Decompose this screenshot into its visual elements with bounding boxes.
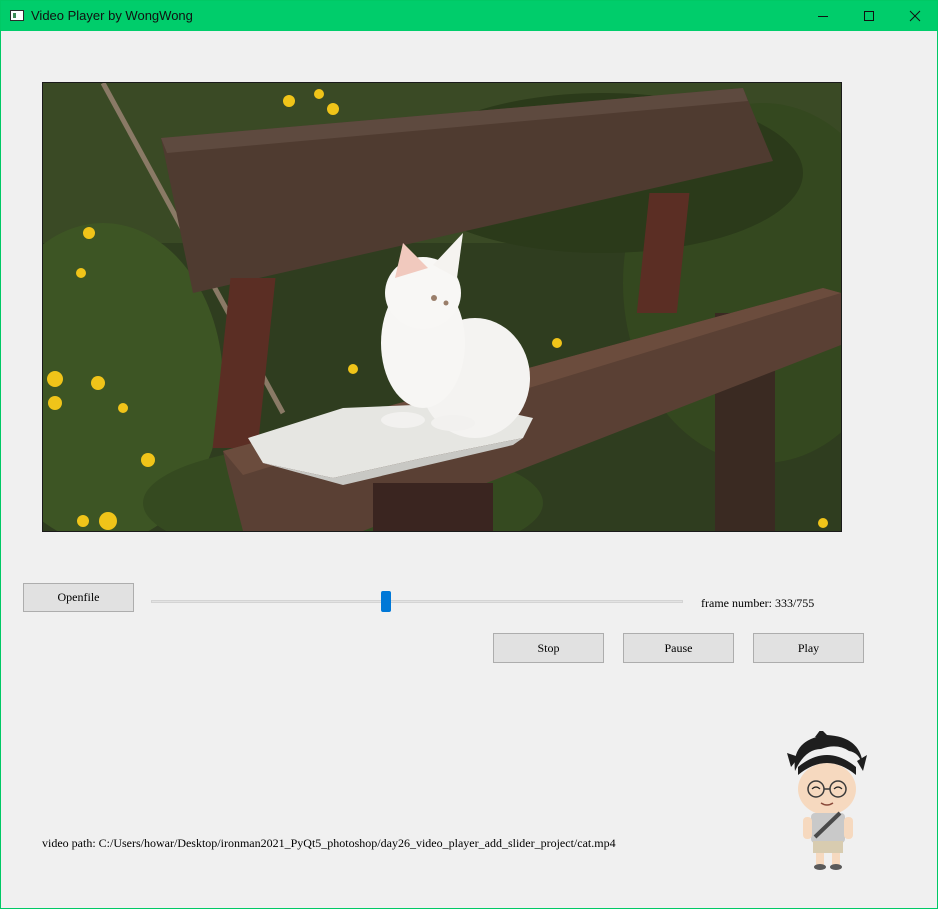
avatar-image xyxy=(787,731,867,870)
play-button[interactable]: Play xyxy=(753,633,864,663)
slider-track[interactable] xyxy=(151,600,683,603)
frame-number-label: frame number: 333/755 xyxy=(701,596,814,611)
app-icon xyxy=(10,10,24,21)
frame-slider[interactable] xyxy=(151,590,683,612)
frame-number-prefix: frame number: xyxy=(701,596,775,610)
title-bar[interactable]: Video Player by WongWong xyxy=(1,1,937,31)
close-icon xyxy=(909,10,921,22)
maximize-button[interactable] xyxy=(846,1,892,31)
main-window: Video Player by WongWong Openfile frame … xyxy=(0,0,938,909)
video-path-value: C:/Users/howar/Desktop/ironman2021_PyQt5… xyxy=(98,836,616,850)
minimize-button[interactable] xyxy=(800,1,846,31)
pause-button[interactable]: Pause xyxy=(623,633,734,663)
openfile-button[interactable]: Openfile xyxy=(23,583,134,612)
video-frame-image xyxy=(43,83,841,531)
video-path-prefix: video path: xyxy=(42,836,99,850)
window-title: Video Player by WongWong xyxy=(31,8,193,23)
close-button[interactable] xyxy=(892,1,938,31)
video-display xyxy=(42,82,842,532)
maximize-icon xyxy=(864,11,874,21)
video-path-label: video path: C:/Users/howar/Desktop/ironm… xyxy=(42,836,616,851)
stop-button[interactable]: Stop xyxy=(493,633,604,663)
frame-number-value: 333/755 xyxy=(774,596,815,610)
minimize-icon xyxy=(818,16,828,17)
slider-handle[interactable] xyxy=(381,591,391,612)
